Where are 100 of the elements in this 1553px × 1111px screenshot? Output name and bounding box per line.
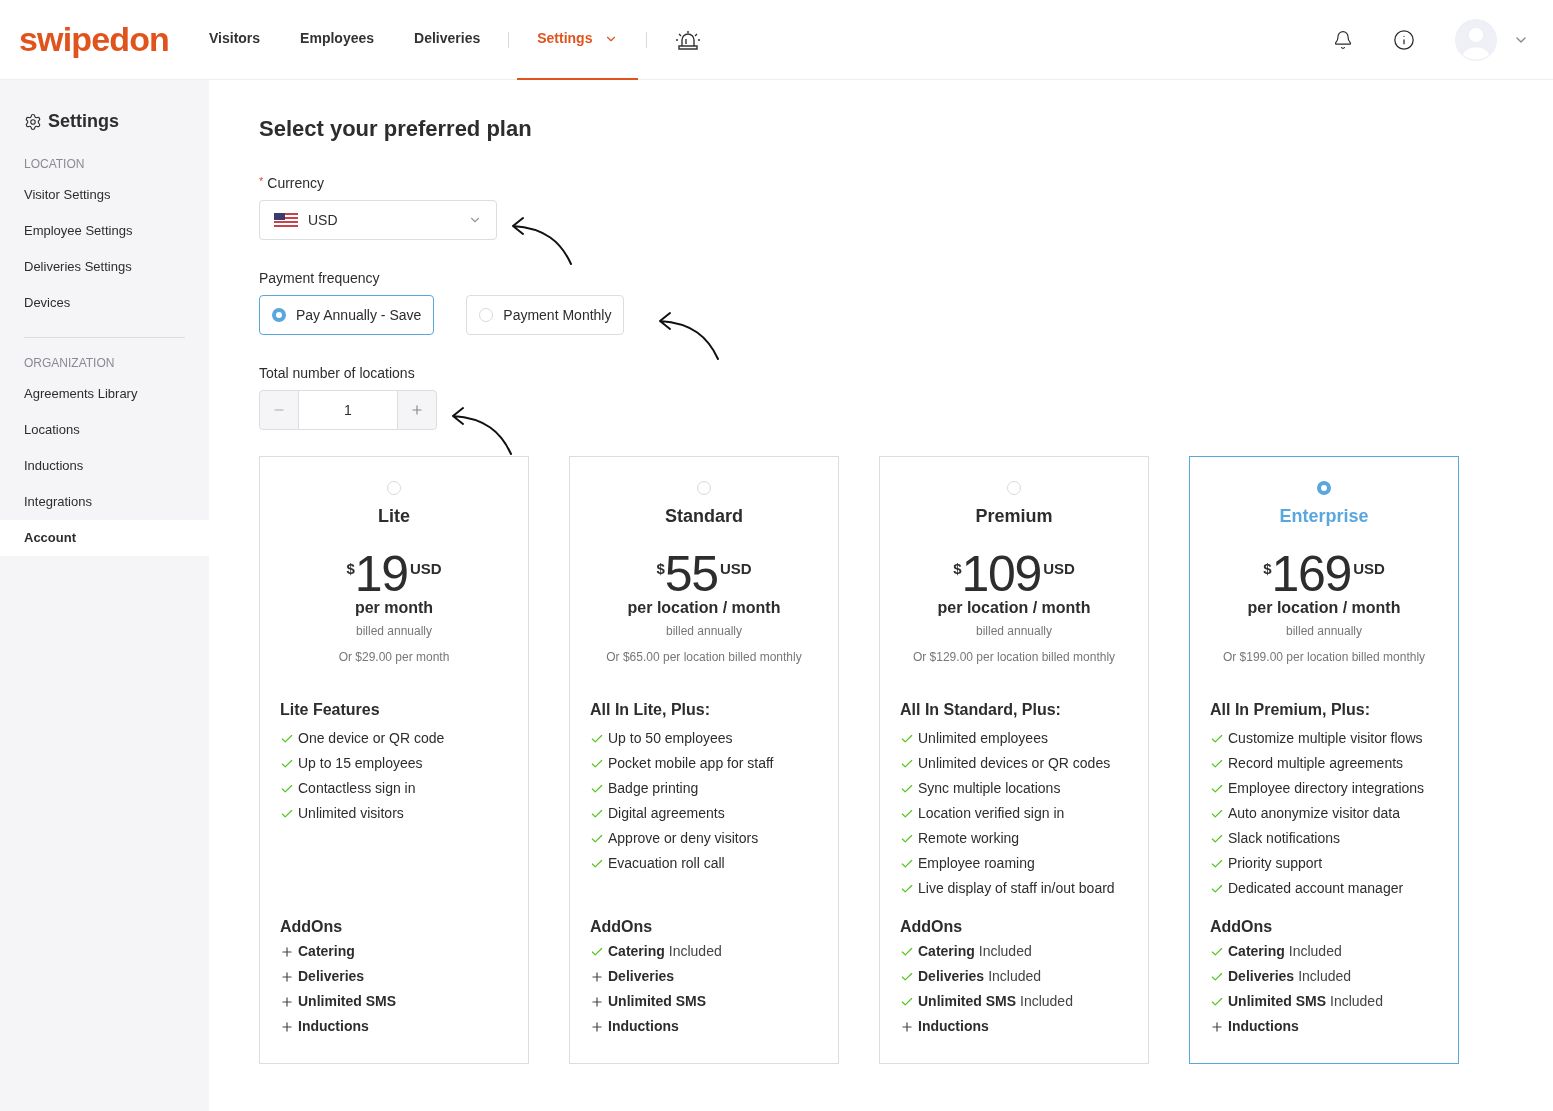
price-period: per location / month (936, 598, 1092, 618)
field-label: Total number of locations (259, 364, 416, 383)
billing-note: billed annually (354, 623, 434, 640)
plus-icon[interactable] (1210, 1019, 1224, 1034)
price-period: per location / month (1246, 598, 1402, 618)
sidebar-item[interactable]: Integrations (0, 484, 209, 520)
addons-heading: AddOns (280, 917, 344, 937)
feature-text: Unlimited employees (918, 729, 1048, 748)
addons-heading: AddOns (590, 917, 654, 937)
feature-text: Pocket mobile app for staff (608, 754, 774, 773)
feature-text: Employee directory integrations (1228, 779, 1425, 798)
addon-name: Deliveries (918, 967, 985, 986)
sidebar-item[interactable]: Agreements Library (0, 376, 209, 412)
feature-text: Location verified sign in (918, 804, 1065, 823)
features-heading: All In Standard, Plus: (900, 700, 1062, 720)
sidebar-item[interactable]: Inductions (0, 448, 209, 484)
nav-tab[interactable]: Visitors (189, 0, 281, 80)
feature-text: Unlimited visitors (298, 804, 404, 823)
field-label: Currency (267, 174, 325, 193)
sidebar-item[interactable]: Devices (0, 285, 209, 321)
feature-text: Priority support (1228, 854, 1323, 873)
sidebar-item[interactable]: Locations (0, 412, 209, 448)
addon-name: Unlimited SMS (1228, 992, 1326, 1011)
plus-icon[interactable] (590, 994, 604, 1009)
plan-name: Enterprise (1278, 505, 1370, 528)
settings-icon (24, 112, 42, 131)
included-note: Included (978, 942, 1032, 961)
siren-icon[interactable] (675, 28, 702, 51)
feature-text: Auto anonymize visitor data (1228, 804, 1400, 823)
plus-icon[interactable] (280, 994, 294, 1009)
addon-name: Inductions (1228, 1017, 1299, 1036)
addon-name: Inductions (918, 1017, 989, 1036)
feature-text: Unlimited devices or QR codes (918, 754, 1111, 773)
frequency-option[interactable]: Pay Annually - Save (259, 295, 435, 335)
plan-name: Premium (974, 505, 1054, 528)
flag-icon (274, 213, 298, 227)
addon-name: Inductions (608, 1017, 679, 1036)
included-note: Included (1298, 967, 1352, 986)
billing-note: billed annually (664, 623, 744, 640)
feature-text: Record multiple agreements (1228, 754, 1404, 773)
feature-text: Approve or deny visitors (608, 829, 759, 848)
price-period: per month (353, 598, 435, 618)
plus-icon[interactable] (590, 1019, 604, 1034)
features-heading: All In Premium, Plus: (1210, 700, 1372, 720)
addon-name: Catering (298, 942, 355, 961)
feature-text: Slack notifications (1228, 829, 1341, 848)
monthly-price-note: Or $199.00 per location billed monthly (1221, 649, 1427, 666)
page-title: Select your preferred plan (259, 115, 533, 143)
plus-icon[interactable] (280, 944, 294, 959)
feature-text: Digital agreements (608, 804, 725, 823)
plus-icon[interactable] (280, 969, 294, 984)
included-note: Included (1288, 942, 1342, 961)
addon-name: Deliveries (298, 967, 365, 986)
section-heading: ORGANIZATION (24, 355, 116, 372)
nav-tab[interactable]: Employees (280, 0, 395, 80)
features-heading: All In Lite, Plus: (590, 700, 711, 720)
feature-text: Contactless sign in (298, 779, 416, 798)
radio-button[interactable] (272, 308, 286, 322)
addon-name: Unlimited SMS (918, 992, 1016, 1011)
feature-text: Remote working (918, 829, 1020, 848)
notification-bell-icon[interactable] (1333, 29, 1353, 50)
radio-button[interactable] (1317, 481, 1331, 495)
sidebar-item[interactable]: Deliveries Settings (0, 249, 209, 285)
plus-icon[interactable] (280, 1019, 294, 1034)
features-heading: Lite Features (280, 700, 381, 720)
plus-icon[interactable] (590, 969, 604, 984)
billing-note: billed annually (974, 623, 1054, 640)
addon-name: Deliveries (608, 967, 675, 986)
arrow-drawing (509, 216, 575, 266)
nav-tab[interactable]: Settings (517, 0, 639, 80)
billing-note: billed annually (1284, 623, 1364, 640)
plus-icon[interactable] (900, 1019, 914, 1034)
included-note: Included (668, 942, 722, 961)
section-heading: LOCATION (23, 156, 86, 173)
feature-text: Up to 50 employees (608, 729, 733, 748)
addon-name: Inductions (298, 1017, 369, 1036)
addons-heading: AddOns (900, 917, 964, 937)
info-icon[interactable] (1393, 28, 1415, 51)
plan-card[interactable] (1189, 456, 1459, 1064)
feature-text: Evacuation roll call (608, 854, 725, 873)
nav-tab[interactable]: Deliveries (394, 0, 501, 80)
currency-select[interactable]: USD (259, 200, 497, 240)
feature-text: Sync multiple locations (918, 779, 1061, 798)
frequency-option[interactable]: Payment Monthly (466, 295, 625, 335)
feature-text: Customize multiple visitor flows (1228, 729, 1423, 748)
sidebar-item[interactable]: Account (0, 520, 209, 556)
feature-text: Dedicated account manager (1228, 879, 1404, 898)
feature-text: One device or QR code (298, 729, 445, 748)
feature-text: Badge printing (608, 779, 699, 798)
included-note: Included (1330, 992, 1383, 1011)
addon-name: Unlimited SMS (298, 992, 396, 1011)
sidebar-item[interactable]: Visitor Settings (0, 177, 209, 213)
logo[interactable]: swipedon (19, 14, 169, 65)
sidebar-item[interactable]: Employee Settings (0, 213, 209, 249)
feature-text: Employee roaming (918, 854, 1035, 873)
monthly-price-note: Or $29.00 per month (337, 649, 451, 666)
price-period: per location / month (626, 598, 782, 618)
sidebar-title: Settings (48, 110, 119, 133)
field-label: Payment frequency (259, 269, 381, 288)
included-note: Included (988, 967, 1042, 986)
